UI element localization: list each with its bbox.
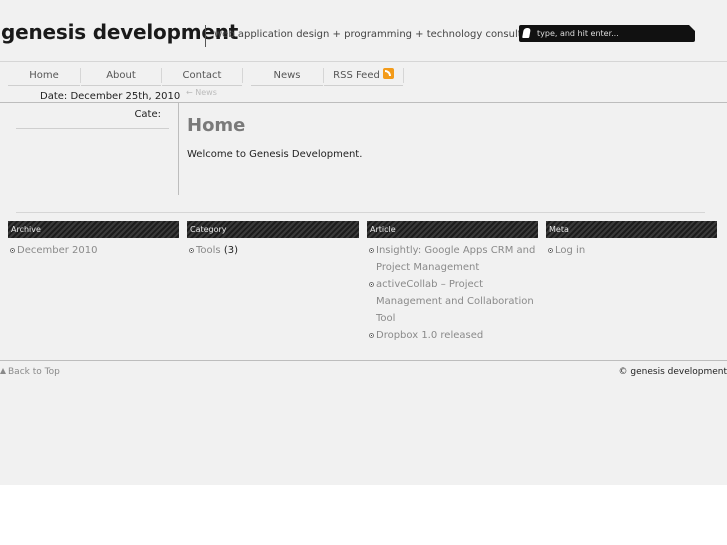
archive-link[interactable]: December 2010	[17, 245, 97, 256]
footer-rule	[0, 360, 727, 361]
search-corner	[689, 25, 695, 31]
nav-item-label: RSS Feed	[333, 70, 380, 81]
nav-item-about[interactable]: About	[81, 66, 162, 86]
nav-item-label: About	[106, 70, 136, 81]
nav-item-news[interactable]: News	[251, 66, 324, 86]
search-input[interactable]	[537, 27, 687, 40]
list-item: Tools (3)	[188, 242, 358, 259]
page: genesis development web application desi…	[0, 0, 727, 485]
article-link[interactable]: Insightly: Google Apps CRM and Project M…	[376, 245, 535, 273]
widget-header-archive: Archive	[8, 221, 179, 238]
nav-divider	[242, 68, 243, 83]
list-item: Insightly: Google Apps CRM and Project M…	[368, 242, 536, 276]
category-list: Tools (3)	[188, 242, 358, 259]
sidebar-rule	[16, 128, 169, 129]
widget-header-meta: Meta	[546, 221, 717, 238]
page-body-text: Welcome to Genesis Development.	[187, 149, 363, 160]
bullet-icon	[548, 248, 553, 253]
rss-icon	[382, 68, 394, 79]
bullet-icon	[10, 248, 15, 253]
list-item: activeCollab – Project Management and Co…	[368, 276, 536, 327]
nav-item-label: Home	[29, 70, 59, 81]
list-item: Log in	[547, 242, 717, 259]
category-link[interactable]: Tools	[196, 245, 221, 256]
nav-divider	[403, 68, 404, 83]
site-logo[interactable]: genesis development	[1, 20, 238, 44]
bullet-icon	[369, 248, 374, 253]
bullet-icon	[189, 248, 194, 253]
post-category-label: Cate:	[134, 109, 161, 120]
article-list: Insightly: Google Apps CRM and Project M…	[368, 242, 536, 344]
widget-header-category: Category	[187, 221, 359, 238]
category-count: (3)	[223, 245, 238, 256]
back-to-top-link[interactable]: Back to Top	[0, 367, 60, 377]
list-item: Dropbox 1.0 released	[368, 327, 536, 344]
breadcrumb-news-link[interactable]: ← News	[186, 88, 217, 97]
content-divider	[178, 103, 179, 195]
search-box[interactable]	[519, 25, 695, 42]
bullet-icon	[369, 333, 374, 338]
copyright: © genesis development	[618, 367, 727, 377]
meta-list: Log in	[547, 242, 717, 259]
archive-list: December 2010	[9, 242, 179, 259]
list-item: December 2010	[9, 242, 179, 259]
site-tagline: web application design + programming + t…	[214, 29, 538, 40]
header-divider	[205, 25, 206, 47]
nav-item-contact[interactable]: Contact	[162, 66, 243, 86]
arrow-up-icon	[0, 368, 6, 374]
article-link[interactable]: Dropbox 1.0 released	[376, 330, 483, 341]
page-title: Home	[187, 115, 246, 136]
back-to-top-label: Back to Top	[8, 367, 60, 377]
section-rule	[16, 212, 705, 213]
post-date: Date: December 25th, 2010	[40, 91, 181, 102]
header-rule	[0, 61, 727, 62]
nav-item-rss-feed[interactable]: RSS Feed	[324, 66, 404, 86]
bullet-icon	[369, 282, 374, 287]
content-rule	[0, 102, 727, 103]
search-icon	[522, 28, 531, 38]
widget-header-article: Article	[367, 221, 538, 238]
nav-item-label: Contact	[182, 70, 222, 81]
nav-item-home[interactable]: Home	[8, 66, 81, 86]
login-link[interactable]: Log in	[555, 245, 585, 256]
article-link[interactable]: activeCollab – Project Management and Co…	[376, 279, 534, 324]
nav-item-label: News	[273, 70, 301, 81]
